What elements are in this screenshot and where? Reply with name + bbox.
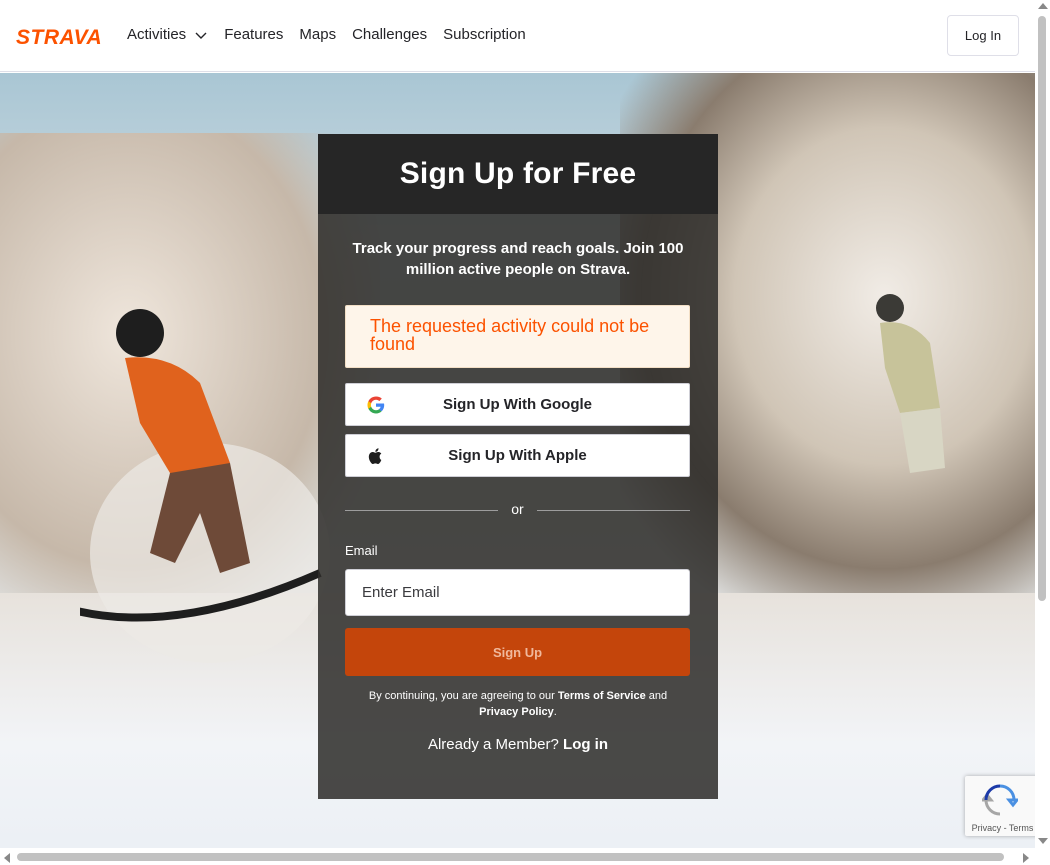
recaptcha-links[interactable]: Privacy - Terms: [965, 823, 1040, 833]
terms-and: and: [648, 690, 668, 702]
terms-prefix: By continuing, you are agreeing to our: [368, 690, 555, 702]
recaptcha-icon: [982, 784, 1018, 816]
logo-text: STRAVA: [16, 26, 102, 47]
nav-challenges[interactable]: Challenges: [352, 24, 427, 46]
privacy-policy-link[interactable]: Privacy Policy: [479, 706, 554, 718]
nav-activities[interactable]: Activities: [127, 24, 208, 46]
scroll-right-icon[interactable]: [1023, 853, 1029, 863]
nav-features[interactable]: Features: [224, 24, 283, 46]
email-input[interactable]: [345, 569, 690, 616]
vertical-scroll-thumb[interactable]: [1038, 16, 1046, 601]
snowboarder-image: [80, 309, 330, 663]
scroll-up-icon[interactable]: [1038, 3, 1048, 9]
member-login-prompt: Already a Member? Log in: [318, 736, 718, 753]
signup-tagline: Track your progress and reach goals. Joi…: [352, 240, 684, 278]
google-signup-label: Sign Up With Google: [442, 396, 592, 413]
error-alert: The requested activity could not be foun…: [345, 305, 690, 368]
scroll-left-icon[interactable]: [4, 853, 10, 863]
apple-icon: [368, 448, 382, 464]
terms-of-service-link[interactable]: Terms of Service: [558, 690, 646, 702]
divider-text: or: [511, 501, 524, 517]
google-signup-button[interactable]: Sign Up With Google: [345, 383, 690, 426]
apple-signup-label: Sign Up With Apple: [448, 447, 587, 464]
horizontal-scroll-thumb[interactable]: [17, 853, 1004, 861]
skier-image: [876, 294, 945, 473]
divider-line-right: [537, 510, 690, 511]
or-divider: or: [345, 500, 690, 520]
scroll-down-icon[interactable]: [1038, 838, 1048, 844]
google-icon: [367, 396, 385, 414]
terms-text: By continuing, you are agreeing to our T…: [348, 688, 688, 720]
member-text: Already a Member?: [427, 736, 559, 753]
strava-logo[interactable]: STRAVA: [16, 25, 112, 47]
signup-header: Sign Up for Free: [318, 134, 718, 214]
signup-title: Sign Up for Free: [399, 157, 637, 190]
nav-maps[interactable]: Maps: [299, 24, 336, 46]
nav-subscription[interactable]: Subscription: [443, 24, 526, 46]
email-label: Email: [345, 543, 378, 558]
apple-signup-button[interactable]: Sign Up With Apple: [345, 434, 690, 477]
vertical-scrollbar[interactable]: [1035, 0, 1050, 848]
member-login-link[interactable]: Log in: [563, 736, 608, 753]
main-nav: Activities Features Maps Challenges Subs…: [127, 24, 542, 46]
signup-card: Sign Up for Free Track your progress and…: [318, 134, 718, 799]
signup-button[interactable]: Sign Up: [345, 628, 690, 676]
site-header: STRAVA Activities Features Maps Challeng…: [0, 0, 1035, 72]
login-button[interactable]: Log In: [947, 15, 1019, 56]
nav-activities-label: Activities: [127, 26, 187, 43]
privacy-suffix: .: [553, 706, 557, 718]
chevron-down-icon: [195, 32, 207, 39]
recaptcha-badge[interactable]: Privacy - Terms: [965, 776, 1040, 836]
horizontal-scrollbar[interactable]: [0, 848, 1035, 865]
